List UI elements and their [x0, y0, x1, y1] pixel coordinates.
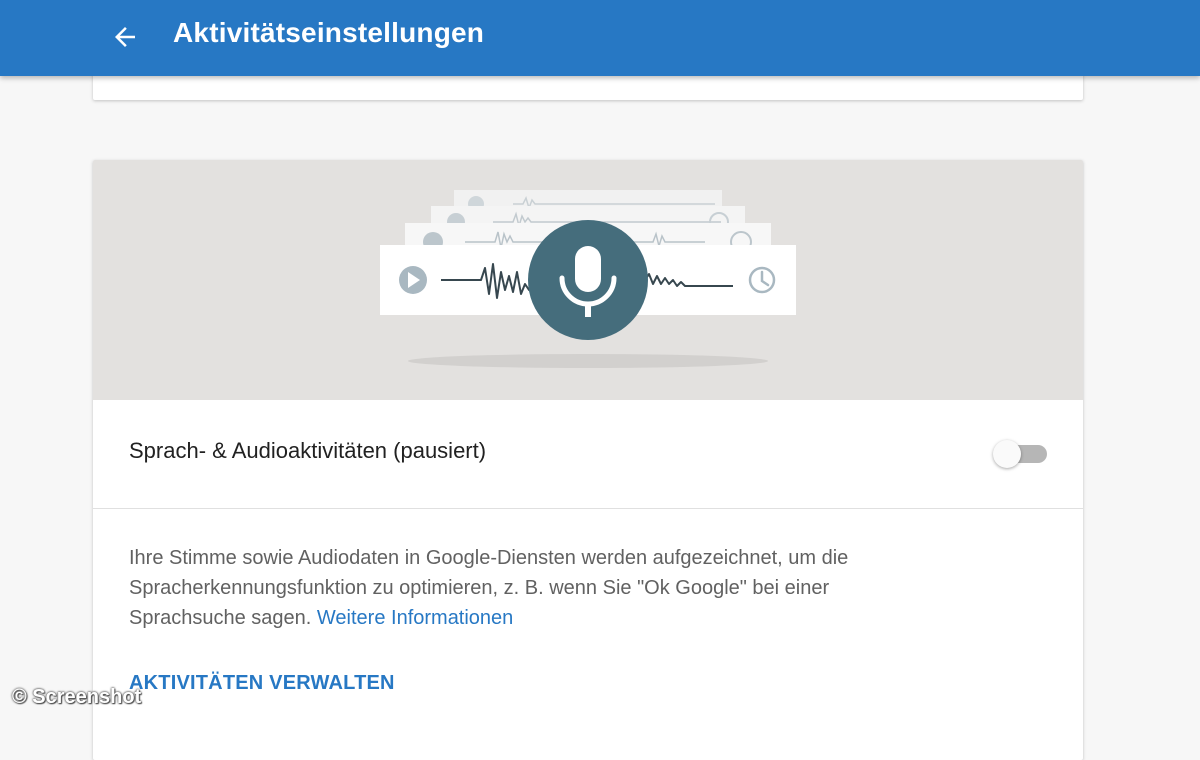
manage-activities-link[interactable]: AKTIVITÄTEN VERWALTEN — [129, 672, 395, 695]
voice-audio-activity-card: Sprach- & Audioaktivitäten (pausiert) Ih… — [93, 160, 1083, 760]
setting-label: Sprach- & Audioaktivitäten (pausiert) — [129, 438, 487, 463]
page-title: Aktivitätseinstellungen — [173, 17, 485, 48]
voice-audio-toggle[interactable] — [993, 437, 1051, 469]
app-bar: Aktivitätseinstellungen — [0, 0, 1200, 76]
hero-illustration — [93, 160, 1083, 400]
voice-recording-illustration — [380, 190, 796, 368]
setting-description: Ihre Stimme sowie Audiodaten in Google-D… — [129, 543, 909, 633]
toggle-thumb — [993, 440, 1021, 468]
arrow-back-icon — [115, 27, 135, 47]
illustration-shadow — [408, 354, 768, 368]
back-button[interactable] — [102, 14, 148, 60]
more-info-link[interactable]: Weitere Informationen — [317, 607, 513, 629]
watermark: © Screenshot — [12, 686, 142, 708]
setting-row-voice-audio[interactable]: Sprach- & Audioaktivitäten (pausiert) — [93, 400, 1083, 509]
